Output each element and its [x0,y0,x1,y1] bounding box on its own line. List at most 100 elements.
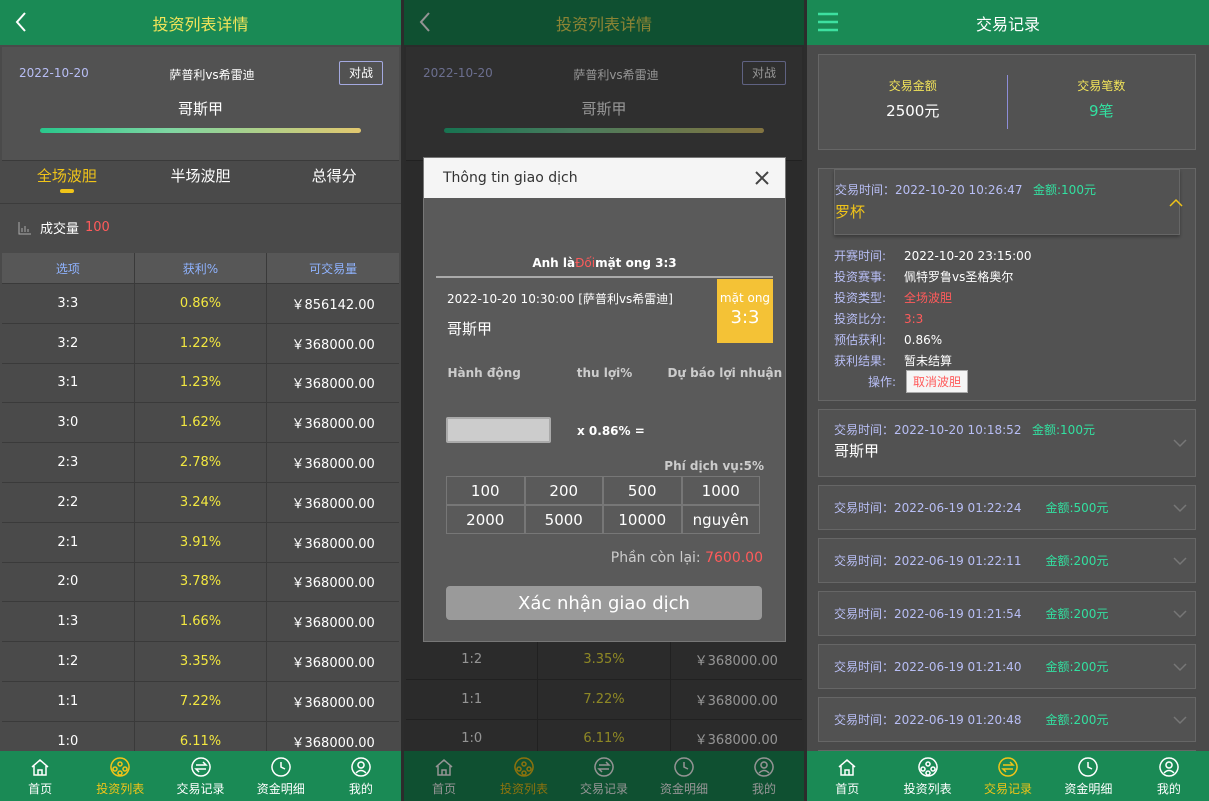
record-expanded[interactable]: 交易时间：2022-10-20 10:26:47 金额:100元 罗杯 开赛时间… [818,168,1196,401]
tab-full-score[interactable]: 全场波胆 [0,161,134,203]
amount-option[interactable]: 100 [446,476,525,505]
cell-volume: ￥368000.00 [291,496,375,512]
amount-option[interactable]: 200 [524,476,603,505]
tabbar-label: 投资列表 [96,782,145,796]
chevron-down-icon[interactable] [1173,438,1187,448]
detail-key: 投资比分: [834,312,887,326]
record-item[interactable]: 交易时间：2022-06-19 01:22:24 金额:500元 [818,485,1196,530]
detail-value: 0.86% [904,332,943,347]
table-row[interactable]: 2:0 3.78% ￥368000.00 [2,562,399,603]
detail-row-action: 操作: 取消波胆 [834,370,1195,393]
cell-option: 1:2 [2,642,135,681]
cell-volume: ￥856142.00 [291,297,375,313]
table-row[interactable]: 2:2 3.24% ￥368000.00 [2,482,399,523]
table-row[interactable]: 2:3 2.78% ￥368000.00 [2,443,399,483]
amount-option[interactable]: 10000 [603,505,682,534]
amount-option[interactable]: 500 [603,476,682,505]
record-time: 交易时间：2022-06-19 01:21:54 [834,607,1022,621]
table-row[interactable]: 3:1 1.23% ￥368000.00 [2,363,399,404]
amount-option[interactable]: 2000 [446,505,525,534]
tabbar-item-1[interactable]: 投资列表 [80,751,160,801]
tabbar-item-2[interactable]: 交易记录 [968,751,1048,801]
record-item[interactable]: 交易时间：2022-06-19 01:22:11 金额:200元 [818,538,1196,583]
record-item[interactable]: 交易时间：2022-06-19 01:21:40 金额:200元 [818,644,1196,689]
cell-profit: 3.78% [135,562,268,602]
detail-row: 开赛时间: 2022-10-20 23:15:00 [834,245,1195,266]
tabbar-label: 交易记录 [984,782,1033,796]
table-row[interactable]: 1:1 7.22% ￥368000.00 [2,681,399,722]
record-time: 交易时间：2022-06-19 01:21:40 [834,660,1022,674]
tabbar-item-0[interactable]: 首页 [807,751,887,801]
tabbar-item-4[interactable]: 我的 [1129,751,1209,801]
back-arrow-icon[interactable] [10,8,34,36]
record-time: 交易时间：2022-06-19 01:20:48 [834,713,1022,727]
volume-label: 成交量 [40,222,80,237]
table-row[interactable]: 1:2 3.35% ￥368000.00 [2,642,399,682]
amount-option[interactable]: 5000 [524,505,603,534]
header: 投资列表详情 [0,0,401,45]
tabbar-item-3[interactable]: 资金明细 [1048,751,1128,801]
confirm-trade-button[interactable]: Xác nhận giao dịch [446,586,762,620]
close-icon[interactable] [753,169,771,187]
trade-team: 哥斯甲 [447,320,493,338]
page-title: 投资列表详情 [152,14,249,34]
chevron-down-icon[interactable] [1173,662,1187,672]
cell-volume: ￥368000.00 [291,457,375,473]
progress-bar [40,128,361,133]
detail-key: 获利结果: [834,354,887,368]
record-list: 交易时间：2022-10-20 10:26:47 金额:100元 罗杯 开赛时间… [818,168,1196,801]
table-row[interactable]: 3:3 0.86% ￥856142.00 [2,284,399,324]
record-item[interactable]: 交易时间：2022-10-20 10:18:52 金额:100元 哥斯甲 [818,409,1196,477]
vs-button[interactable]: 对战 [339,61,383,85]
record-item[interactable]: 交易时间：2022-06-19 01:21:54 金额:200元 [818,591,1196,636]
cell-option: 1:3 [2,602,135,642]
tabbar-item-3[interactable]: 资金明细 [241,751,321,801]
table-row[interactable]: 2:1 3.91% ￥368000.00 [2,522,399,563]
tabbar-item-4[interactable]: 我的 [321,751,401,801]
tabbar-item-0[interactable]: 首页 [0,751,80,801]
tabbar-label: 我的 [348,782,373,796]
cancel-bet-button[interactable]: 取消波胆 [906,370,969,393]
table-row[interactable]: 3:0 1.62% ￥368000.00 [2,403,399,444]
detail-value: 暂未结算 [904,354,953,368]
chevron-down-icon[interactable] [1173,609,1187,619]
amount-option[interactable]: 1000 [681,476,760,505]
record-item[interactable]: 交易时间：2022-06-19 01:20:48 金额:200元 [818,697,1196,742]
clock-icon [1078,757,1099,777]
volume-row: 成交量 100 [0,203,401,251]
cell-option: 3:2 [2,323,135,363]
cell-volume: ￥368000.00 [291,417,375,433]
detail-key: 预估获利: [834,333,887,347]
chevron-up-icon[interactable] [1169,198,1183,208]
cell-profit: 1.22% [135,323,268,363]
detail-row: 投资类型: 全场波胆 [834,287,1195,308]
menu-icon[interactable] [817,10,839,34]
cell-volume: ￥368000.00 [291,337,375,353]
tabbar-label: 投资列表 [903,782,952,796]
chevron-down-icon[interactable] [1173,503,1187,513]
table-row[interactable]: 1:3 1.66% ￥368000.00 [2,602,399,643]
cell-option: 3:3 [2,284,135,323]
amount-option-all[interactable]: nguyên [681,505,760,534]
chevron-down-icon[interactable] [1173,556,1187,566]
tabbar-item-2[interactable]: 交易记录 [160,751,240,801]
chevron-down-icon[interactable] [1173,715,1187,725]
header-option: 选项 [2,253,135,283]
tabbar-label: 我的 [1156,782,1181,796]
exchange-icon [190,757,211,777]
cell-profit: 7.22% [135,681,268,721]
table-header: 选项 获利% 可交易量 [2,253,399,284]
record-header[interactable]: 交易时间：2022-10-20 10:26:47 金额:100元 罗杯 [834,169,1183,235]
record-amount: 金额:200元 [1045,554,1109,568]
multiplier: x 0.86% = [577,424,645,438]
trade-modal: Thông tin giao dịch Anh làĐốimặt ong 3:3… [423,157,786,642]
trade-columns: Hành động thu lợi% Dự báo lợi nhuận [447,366,783,380]
cell-option: 2:0 [2,562,135,602]
amount-input[interactable] [446,417,551,443]
table-row[interactable]: 3:2 1.22% ￥368000.00 [2,323,399,364]
tab-total-score[interactable]: 总得分 [267,161,401,203]
cell-option: 3:0 [2,403,135,443]
tabbar-item-1[interactable]: 投资列表 [887,751,967,801]
selection-name: 哥斯甲 [177,100,223,118]
tab-half-score[interactable]: 半场波胆 [134,161,268,203]
